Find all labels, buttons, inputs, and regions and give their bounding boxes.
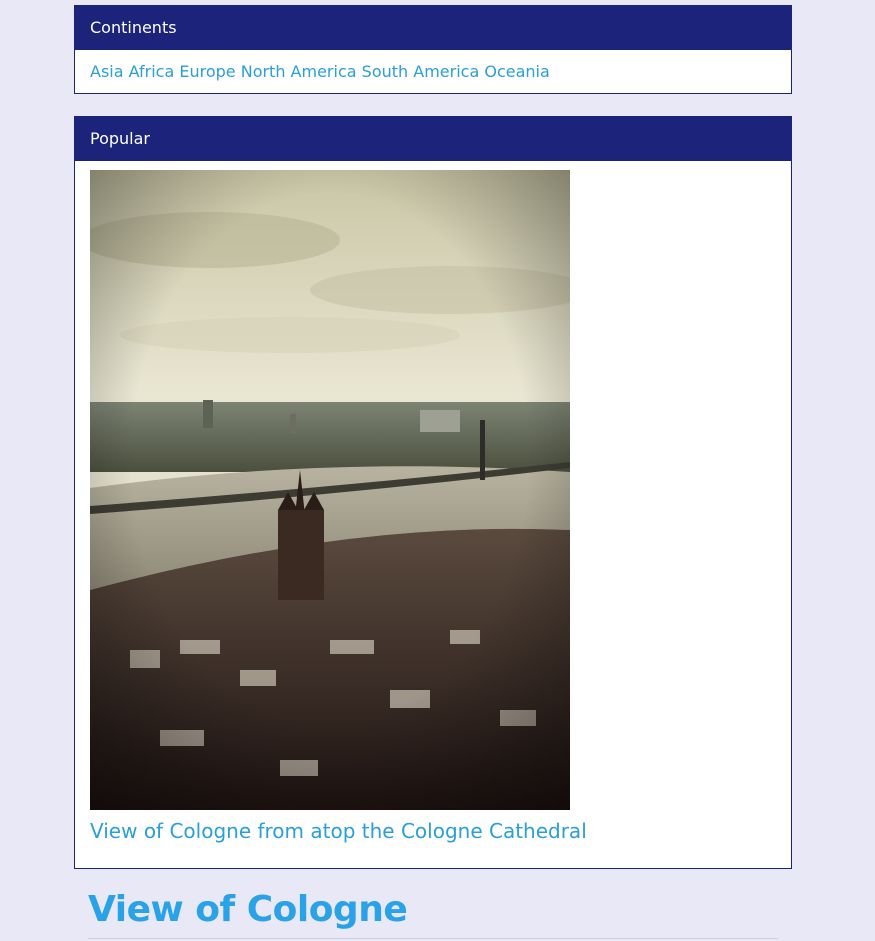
title-divider [88, 938, 778, 939]
continent-link-south-america[interactable]: South America [362, 62, 480, 81]
continent-link-asia[interactable]: Asia [90, 62, 124, 81]
popular-header: Popular [75, 117, 791, 161]
popular-body: View of Cologne from atop the Cologne Ca… [75, 161, 791, 869]
popular-panel: Popular View of Cologne from atop the Co… [74, 116, 792, 869]
continents-panel: Continents Asia Africa Europe North Amer… [74, 5, 792, 94]
continents-list: Asia Africa Europe North America South A… [75, 50, 791, 94]
continent-link-africa[interactable]: Africa [129, 62, 175, 81]
photo-caption-link[interactable]: View of Cologne from atop the Cologne Ca… [90, 819, 587, 843]
page-title: View of Cologne [88, 889, 408, 930]
continent-link-north-america[interactable]: North America [241, 62, 357, 81]
continents-header: Continents [75, 6, 791, 50]
cologne-photo[interactable] [90, 170, 570, 810]
continent-link-europe[interactable]: Europe [179, 62, 235, 81]
continent-link-oceania[interactable]: Oceania [484, 62, 549, 81]
